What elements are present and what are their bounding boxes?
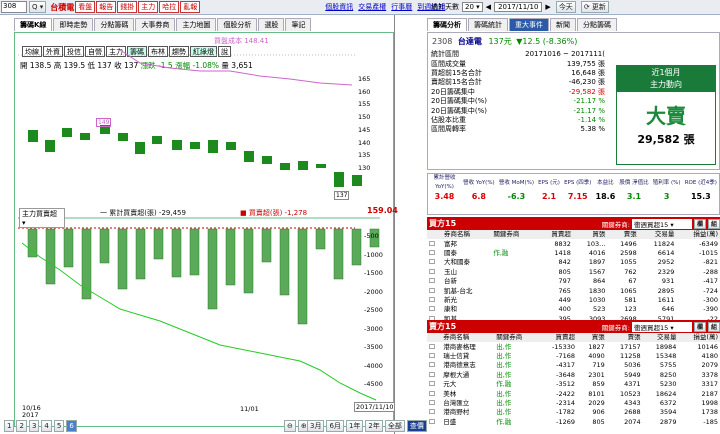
- table-row[interactable]: ☐ 台新 797 864 67 931 -417: [427, 277, 720, 286]
- zoom-out-icon[interactable]: ⊖: [284, 420, 296, 432]
- sell-rank-button[interactable]: 欄: [693, 321, 706, 332]
- sell-group-button[interactable]: 組: [707, 321, 720, 332]
- rtab-chip[interactable]: 籌碼分析: [427, 18, 467, 31]
- table-row[interactable]: ☐ 台灣匯立 出,作 -2314 2029 4343 6372 1998: [427, 399, 720, 408]
- main-force-header: 近1個月 主力動向: [617, 66, 715, 92]
- fin-box: 累計營收 YoY(%) 營收 YoY(%) 營收 MoM(%) EPS (元) EPS …: [427, 173, 720, 215]
- buy-rank-button[interactable]: 欄: [693, 218, 706, 229]
- page-2[interactable]: 2: [16, 420, 27, 432]
- table-row[interactable]: ☐ 大和國泰 842 1897 1055 2952 -821: [427, 258, 720, 267]
- right-tabs: 籌碼分析 籌碼統計 重大事件 新聞 分點籌碼: [427, 18, 618, 31]
- page-3[interactable]: 3: [28, 420, 40, 432]
- days-select[interactable]: 20 ▾: [462, 2, 483, 12]
- main-force-num: 29,582 張: [637, 133, 695, 146]
- table-row[interactable]: ☐ 玉山 805 1567 762 2329 -288: [427, 268, 720, 277]
- table-row[interactable]: ☐ 國泰 作,融 1418 4016 2598 6614 -1015: [427, 249, 720, 258]
- fin-table: 累計營收 YoY(%) 營收 YoY(%) 營收 MoM(%) EPS (元) EPS …: [433, 175, 717, 202]
- table-row[interactable]: ☐ 富邦 8832 103... 1496 11824 -6349: [427, 239, 720, 248]
- rtab-stats[interactable]: 籌碼統計: [468, 18, 508, 31]
- table-row[interactable]: ☐ 元大 作,融 -3512 859 4371 5230 3317: [427, 380, 720, 389]
- sell-filter-select[interactable]: 衝週買超15 ▾: [631, 321, 692, 332]
- stats-table: 統計區間 20171016 ~ 2017111( 區間成交量 139,755 張 買…: [431, 50, 605, 134]
- btn-report[interactable]: 報告: [96, 1, 117, 13]
- main-force-box: 近1個月 主力動向 大賣 29,582 張: [616, 65, 716, 165]
- link-info[interactable]: 個股資訊: [325, 2, 353, 12]
- range-all[interactable]: 全部: [384, 420, 405, 432]
- table-row[interactable]: ☐ 新光 449 1030 581 1611 -300: [427, 296, 720, 305]
- link-trade[interactable]: 交易產權: [358, 2, 386, 12]
- side-value: 159.04: [367, 206, 398, 215]
- buyers-section: 買方15 關鍵券商: 衝週買超15 ▾ 欄組 券商名稱 關鍵券商 買賣超 買張 賣張 交易量 損益…: [427, 217, 720, 324]
- page-1[interactable]: 1: [4, 420, 15, 432]
- btn-money[interactable]: 錢掛: [117, 1, 138, 13]
- table-row[interactable]: ☐ 康和 400 523 123 646 -390: [427, 305, 720, 314]
- right-panel: 統計天數 20 ▾ ◀ 2017/11/10 ▶ 今天 ⟳ 更新 籌碼分析 籌碼…: [427, 1, 720, 434]
- sub-indicator-select[interactable]: 主力買賣超 ▾: [19, 208, 65, 228]
- buy-group-button[interactable]: 組: [707, 218, 720, 229]
- page-buttons: 1 2 3 4 5 6: [2, 420, 77, 432]
- link-cal[interactable]: 行事曆: [391, 2, 412, 12]
- range-buttons: 3月 6月 1年 2年 全部 查價: [305, 420, 427, 432]
- btn-view[interactable]: 看盤: [75, 1, 96, 13]
- lower-y-axis: -500 -1000 -1500 -2000 -2500 -3000 -3500 -4000-…: [364, 232, 383, 388]
- page-6[interactable]: 6: [66, 420, 77, 432]
- btn-hala[interactable]: 哈拉: [159, 1, 180, 13]
- prev-icon[interactable]: ◀: [486, 3, 491, 11]
- btn-news[interactable]: 亂報: [180, 1, 201, 13]
- days-label: 統計天數: [431, 3, 459, 11]
- date-end: 2017/11/10: [354, 402, 396, 412]
- legend-cum: 一 累計買賣超(張) -29,459: [100, 209, 186, 217]
- table-row[interactable]: ☐ 摩根大通 出,作 -3648 2301 5949 8250 3378: [427, 371, 720, 380]
- chart-panel: 籌碼K線 即時走勢 分點籌碼 大事券商 主力地圖 個股分析 選股 筆記 均線 外…: [0, 15, 427, 434]
- date-mid: 11/01: [240, 405, 259, 413]
- rtab-branch[interactable]: 分點籌碼: [577, 18, 617, 31]
- top-toolbar: 308 Q ▾ 台積電 看盤 報告 錢掛 主力 哈拉 亂報 個股資訊 交易產權 …: [0, 0, 720, 15]
- range-2y[interactable]: 2年: [365, 420, 383, 432]
- stats-header: 統計天數 20 ▾ ◀ 2017/11/10 ▶ 今天 ⟳ 更新: [431, 1, 609, 13]
- range-6m[interactable]: 6月: [326, 420, 344, 432]
- sellers-bar: 賣方15 關鍵券商: 衝週買超15 ▾ 欄組: [427, 320, 720, 333]
- table-row[interactable]: ☐ 港商德意志 出,作 -4317 719 5036 5755 2079: [427, 361, 720, 370]
- table-row[interactable]: ☐ 港商麥格理 出,作 -15330 1827 17157 18984 10146: [427, 342, 720, 351]
- table-row[interactable]: ☐ 美林 出,作 -2422 8101 10523 18624 2187: [427, 389, 720, 398]
- rtab-news[interactable]: 新聞: [550, 18, 576, 31]
- stock-code-input[interactable]: 308: [1, 1, 27, 13]
- stats-box: 2308 台達電 137元 ▼12.5 (-8.36%) 統計區間 2017101…: [427, 32, 720, 170]
- range-query[interactable]: 查價: [406, 420, 427, 432]
- stock-line: 2308 台達電 137元 ▼12.5 (-8.36%): [432, 37, 578, 46]
- sellers-section: 賣方15 關鍵券商: 衝週買超15 ▾ 欄組 券商名稱 關鍵券商 買賣超 買張 賣張 交易量 損益…: [427, 320, 720, 427]
- today-button[interactable]: 今天: [555, 1, 576, 13]
- table-row[interactable]: ☐ 瑞士信貸 出,作 -7168 4090 11258 15348 4180: [427, 352, 720, 361]
- btn-main[interactable]: 主力: [138, 1, 159, 13]
- next-icon[interactable]: ▶: [545, 3, 550, 11]
- page-4[interactable]: 4: [41, 420, 52, 432]
- table-row[interactable]: ☐ 港商野村 出,作 -1782 906 2688 3594 1738: [427, 408, 720, 417]
- buyers-bar: 買方15 關鍵券商: 衝週買超15 ▾ 欄組: [427, 217, 720, 230]
- page-5[interactable]: 5: [53, 420, 65, 432]
- table-row[interactable]: ☐ 日盛 作,融 -1269 805 2074 2879 -185: [427, 418, 720, 427]
- mark-137: 137: [334, 191, 350, 200]
- sellers-table: 券商名稱 關鍵券商 買賣超 買張 賣張 交易量 損益(萬) ☐ 港商麥格理 出,作 -15330 1…: [427, 333, 720, 427]
- stock-name: 台積電: [50, 2, 75, 12]
- mark-149: 149: [96, 118, 112, 127]
- update-button[interactable]: ⟳ 更新: [580, 1, 609, 13]
- date-start: 10/16 2017: [22, 404, 41, 419]
- buy-filter-select[interactable]: 衝週買超15 ▾: [631, 218, 692, 229]
- buyers-table: 券商名稱 關鍵券商 買賣超 買張 賣張 交易量 損益(萬) ☐ 富邦 8832 103... 149…: [427, 230, 720, 323]
- search-button[interactable]: Q ▾: [29, 1, 47, 13]
- date-field[interactable]: 2017/11/10: [494, 2, 543, 12]
- legend-daily: ■ 買賣超(張) -1,278: [240, 209, 308, 217]
- main-force-verdict: 大賣: [646, 104, 686, 128]
- range-3m[interactable]: 3月: [307, 420, 325, 432]
- rtab-events[interactable]: 重大事件: [509, 18, 549, 31]
- table-row[interactable]: ☐ 凱基-台北 765 1830 1065 2895 -724: [427, 286, 720, 295]
- range-1y[interactable]: 1年: [345, 420, 364, 432]
